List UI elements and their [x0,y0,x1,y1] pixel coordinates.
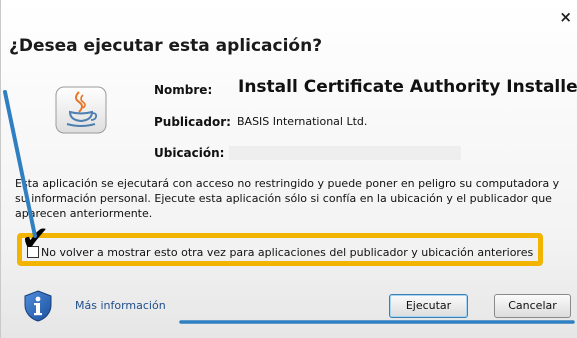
security-dialog: × ¿Desea ejecutar esta aplicación? Nombr… [0,0,577,338]
warning-text: Esta aplicación se ejecutará con acceso … [15,177,560,220]
shield-info-icon [24,290,52,322]
publisher-value: BASIS International Ltd. [237,115,368,128]
name-label: Nombre: [154,83,213,97]
publisher-label: Publicador: [154,115,231,129]
dont-show-again-label[interactable]: No volver a mostrar esto otra vez para a… [41,246,533,259]
cancel-button[interactable]: Cancelar [494,294,571,318]
location-value-redacted [229,146,461,160]
dialog-heading: ¿Desea ejecutar esta aplicación? [9,36,323,56]
close-icon[interactable]: × [559,10,572,25]
more-info-link[interactable]: Más información [75,299,166,312]
run-button[interactable]: Ejecutar [389,294,468,318]
java-coffee-cup-icon [55,86,107,134]
location-label: Ubicación: [154,146,225,160]
name-value: Install Certificate Authority Installer [238,77,577,97]
